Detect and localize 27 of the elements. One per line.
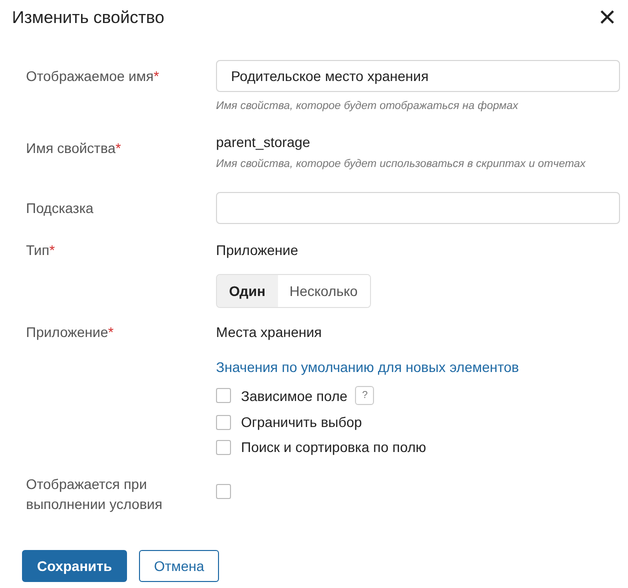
save-button[interactable]: Сохранить <box>22 550 127 582</box>
segment-button[interactable]: Один <box>217 275 278 307</box>
checkbox-label: Ограничить выбор <box>241 414 362 430</box>
checkbox[interactable] <box>216 440 231 454</box>
checkbox-label: Зависимое поле <box>241 388 348 404</box>
field-label: Подсказка <box>26 199 94 218</box>
field-label: Приложение* <box>26 324 115 342</box>
cancel-button[interactable]: Отмена <box>138 550 220 582</box>
field-label: Имя свойства* <box>26 139 122 158</box>
dialog-title: Изменить свойство <box>12 8 164 28</box>
field-hint: Имя свойства, которое будет отображаться на формах <box>216 100 518 112</box>
field-hint: Имя свойства, которое будет использоваться в скриптах и отчетах <box>216 158 586 170</box>
text-field[interactable]: Родительское место хранения <box>216 60 620 92</box>
checkbox[interactable] <box>216 388 231 403</box>
field-label: Тип* <box>26 242 56 260</box>
field-label: Отображается при выполнении условия <box>26 475 164 514</box>
field-value: Места хранения <box>216 324 322 340</box>
text-field[interactable] <box>216 192 620 224</box>
field-value: parent_storage <box>216 134 310 150</box>
default-values-link[interactable]: Значения по умолчанию для новых элементов <box>216 359 519 375</box>
close-button[interactable]: × <box>598 6 616 30</box>
field-value: Приложение <box>216 242 298 258</box>
checkbox-label: Поиск и сортировка по полю <box>241 439 426 455</box>
field-label: Отображаемое имя* <box>26 67 160 86</box>
checkbox[interactable] <box>216 484 231 499</box>
checkbox[interactable] <box>216 414 231 430</box>
help-icon[interactable]: ? <box>355 386 374 405</box>
